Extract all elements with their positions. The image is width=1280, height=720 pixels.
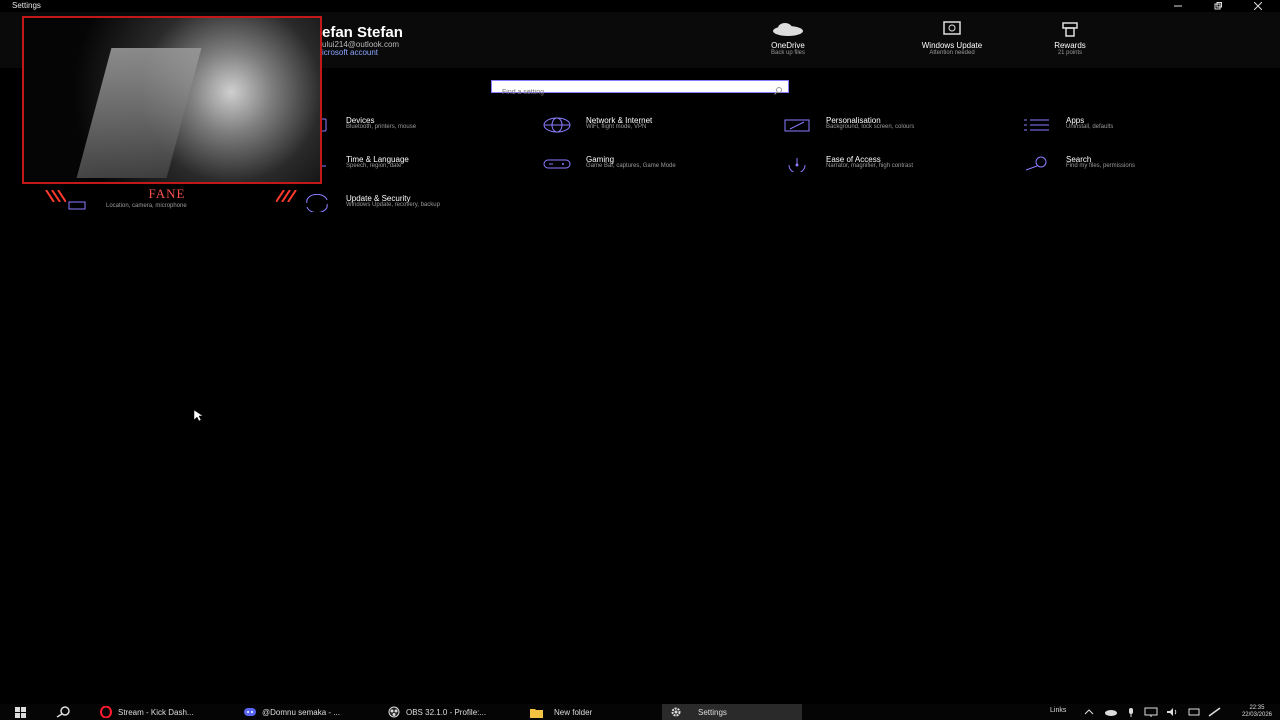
obs-icon [386, 706, 402, 718]
windows-start-icon [15, 706, 26, 718]
taskbar-app-file-explorer[interactable]: New folder [522, 704, 662, 720]
restore-button[interactable] [1198, 0, 1238, 12]
taskbar-app-label: @Domnu semaka - ... [262, 707, 340, 717]
clock-time: 22:35 [1249, 705, 1265, 711]
discord-icon [242, 706, 258, 718]
taskbar-app-opera[interactable]: Stream - Kick Dash... [92, 704, 232, 720]
privacy-icon [62, 194, 92, 212]
microsoft-account-link[interactable]: icrosoft account [322, 48, 378, 57]
taskbar-clock[interactable]: 22:35 22/03/2026 [1242, 705, 1272, 719]
links-toolbar[interactable]: Links [1050, 707, 1066, 714]
taskbar-app-label: Settings [698, 707, 727, 717]
quick-link-rewards[interactable]: Rewards 21 points [1015, 20, 1125, 56]
microphone-icon[interactable] [1126, 707, 1136, 717]
webcam-feed [76, 48, 202, 178]
gamepad-icon [542, 155, 572, 173]
windows-update-icon [943, 21, 961, 35]
close-icon [1254, 2, 1262, 10]
quick-link-windows-update[interactable]: Windows Update Attention needed [897, 20, 1007, 56]
overlay-stripes-icon [276, 190, 297, 202]
taskbar-app-discord[interactable]: @Domnu semaka - ... [236, 704, 376, 720]
tile-desc: Background, lock screen, colours [826, 124, 915, 130]
tile-devices[interactable]: Devices Bluetooth, printers, mouse [302, 116, 522, 150]
cloud-icon [773, 23, 803, 36]
taskbar-app-label: OBS 32.1.0 - Profile:... [406, 707, 487, 717]
quick-link-label: OneDrive [771, 41, 805, 50]
chevron-up-icon[interactable] [1084, 707, 1094, 717]
system-tray [1084, 706, 1222, 718]
search-icon [56, 706, 70, 718]
tile-desc: Game Bar, captures, Game Mode [586, 163, 676, 169]
overlay-stripes-icon [45, 190, 66, 202]
tile-desc: Speech, region, date [346, 163, 402, 169]
mouse-cursor-icon [194, 410, 204, 422]
webcam-overlay [22, 16, 322, 184]
restore-icon [1214, 2, 1222, 10]
quick-link-label: Windows Update [921, 41, 983, 50]
tile-personalisation[interactable]: Personalisation Background, lock screen,… [782, 116, 1002, 150]
pen-icon[interactable] [1208, 707, 1222, 717]
user-name: efan Stefan [322, 24, 403, 41]
tile-network-internet[interactable]: Network & Internet WiFi, flight mode, VP… [542, 116, 762, 150]
tile-desc: Location, camera, microphone [106, 203, 187, 209]
taskbar-app-label: New folder [554, 707, 593, 717]
start-button[interactable] [10, 706, 32, 718]
settings-search [491, 80, 789, 98]
tile-update-security[interactable]: Update & Security Windows Update, recove… [302, 194, 522, 228]
apps-icon [1022, 116, 1052, 134]
rewards-icon [1062, 22, 1078, 37]
opera-icon [98, 706, 114, 718]
tile-desc: Windows Update, recovery, backup [346, 202, 440, 208]
tile-desc: Uninstall, defaults [1066, 124, 1114, 130]
folder-icon [528, 706, 544, 718]
globe-icon [542, 116, 572, 134]
search-input[interactable] [492, 87, 772, 98]
taskbar-app-label: Stream - Kick Dash... [118, 707, 194, 717]
quick-link-label: Rewards [1054, 41, 1086, 50]
volume-icon[interactable] [1166, 707, 1180, 717]
window-title: Settings [12, 1, 41, 10]
network-icon[interactable] [1144, 707, 1158, 717]
quick-link-onedrive[interactable]: OneDrive Back up files [733, 20, 843, 56]
taskbar-app-settings[interactable]: Settings [662, 704, 802, 720]
minimize-button[interactable] [1158, 0, 1198, 12]
tile-search[interactable]: Search Find my files, permissions [1022, 155, 1242, 189]
close-button[interactable] [1238, 0, 1278, 12]
update-icon [302, 194, 332, 212]
minimize-icon [1174, 5, 1182, 7]
tile-desc: WiFi, flight mode, VPN [586, 124, 647, 130]
tile-gaming[interactable]: Gaming Game Bar, captures, Game Mode [542, 155, 762, 189]
taskbar-search-button[interactable] [52, 706, 74, 718]
webcam-label: FANE [148, 186, 186, 201]
tile-desc: Bluetooth, printers, mouse [346, 124, 417, 130]
quick-link-sub: Attention needed [929, 50, 975, 56]
quick-link-sub: Back up files [770, 50, 806, 56]
ease-of-access-icon [782, 155, 812, 173]
clock-date: 22/03/2026 [1241, 712, 1272, 718]
personalisation-icon [782, 116, 812, 134]
search-icon[interactable] [774, 82, 782, 100]
search-icon [1022, 155, 1052, 173]
tile-time-language[interactable]: Time & Language Speech, region, date [302, 155, 522, 189]
taskbar: Stream - Kick Dash... @Domnu semaka - ..… [0, 704, 1280, 720]
tile-desc: Find my files, permissions [1066, 163, 1136, 169]
taskbar-app-obs[interactable]: OBS 32.1.0 - Profile:... [380, 704, 520, 720]
title-bar: Settings [0, 0, 1280, 12]
tile-ease-of-access[interactable]: Ease of Access Narrator, magnifier, high… [782, 155, 1002, 189]
quick-link-sub: 21 points [1057, 50, 1083, 56]
gear-icon [668, 706, 684, 718]
tile-desc: Narrator, magnifier, high contrast [826, 163, 914, 169]
cloud-icon[interactable] [1104, 707, 1118, 717]
tile-apps[interactable]: Apps Uninstall, defaults [1022, 116, 1242, 150]
keyboard-icon[interactable] [1188, 707, 1200, 717]
